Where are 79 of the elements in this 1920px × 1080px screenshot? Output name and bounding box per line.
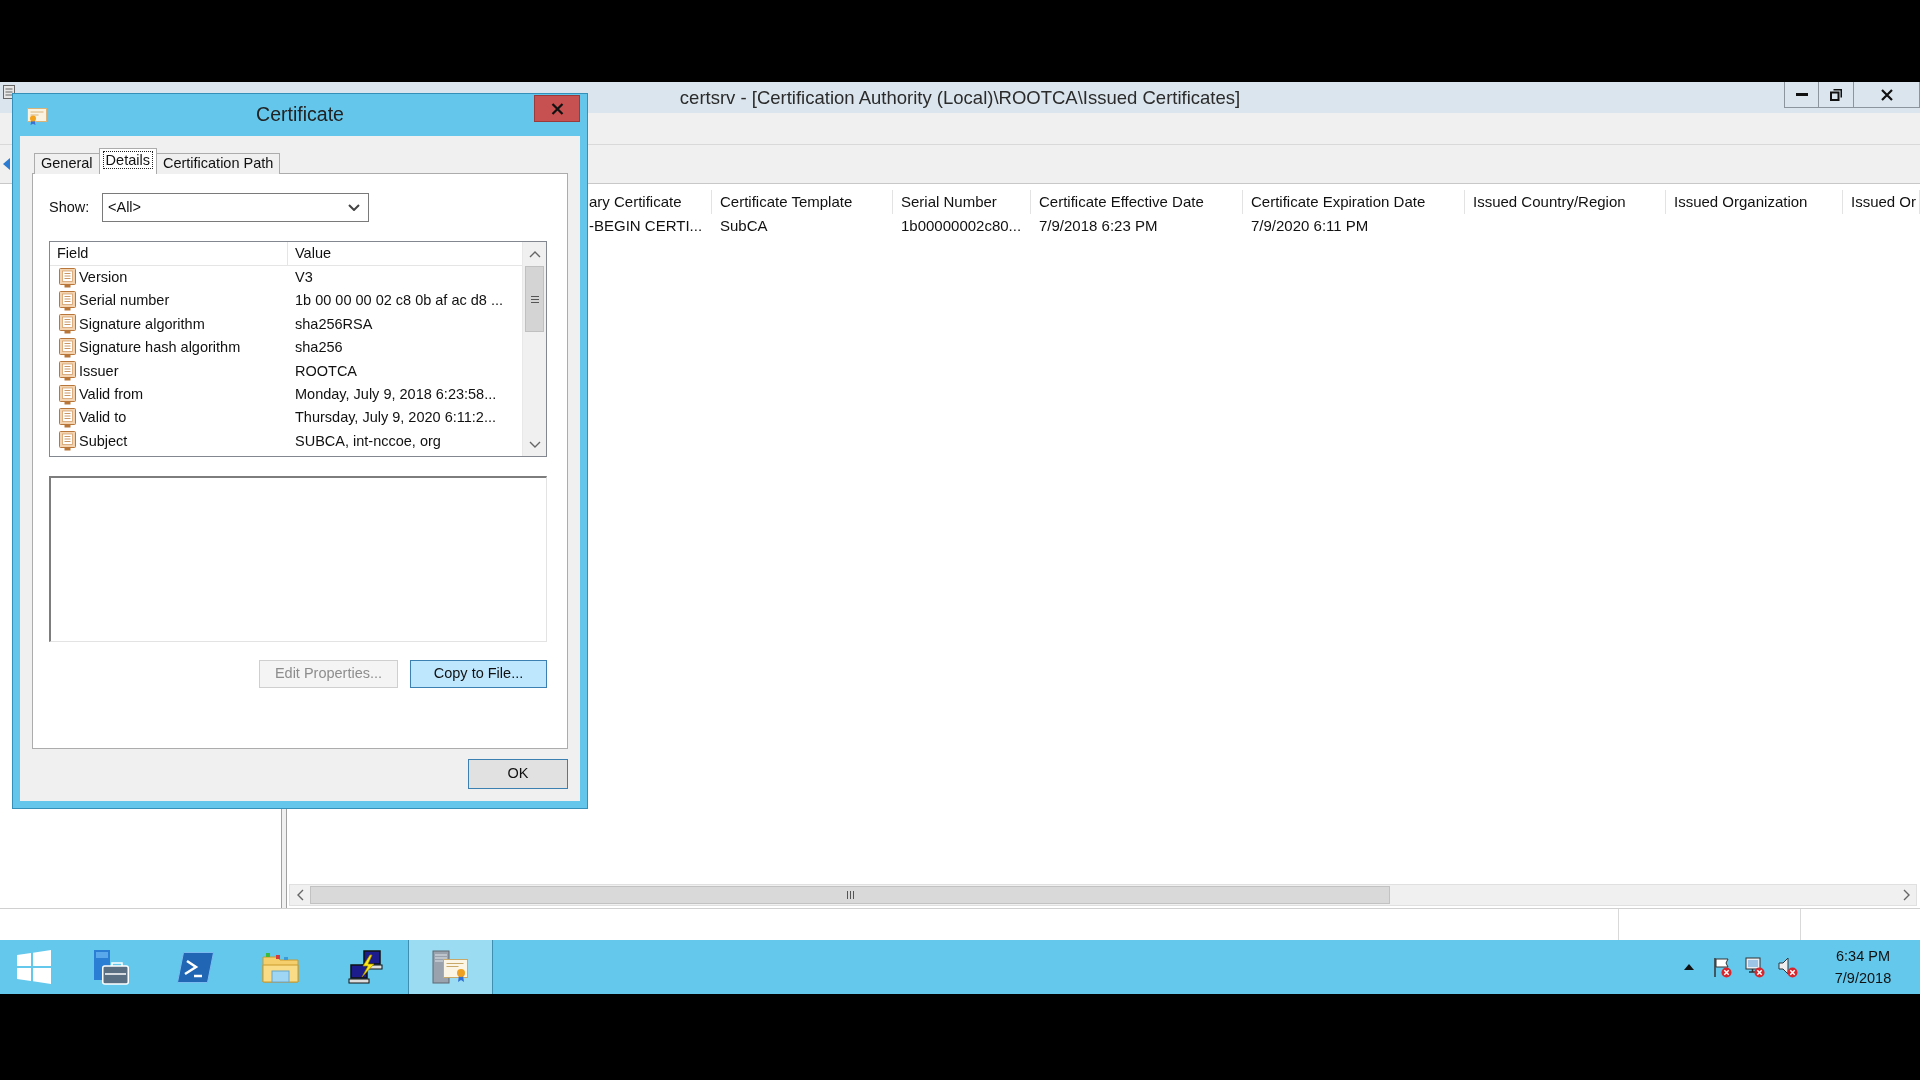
tab[interactable]: General (34, 153, 100, 174)
column-header[interactable]: Issued Or (1843, 190, 1920, 214)
action-button[interactable]: Copy to File... (410, 660, 547, 688)
back-arrow-icon[interactable] (3, 158, 10, 170)
column-header[interactable]: ary Certificate (589, 190, 712, 214)
server-certificate-icon (432, 950, 469, 984)
dialog-title: Certificate (256, 102, 344, 127)
taskbar-clock[interactable]: 6:34 PM 7/9/2018 (1814, 940, 1912, 994)
table-cell: Issuer (79, 362, 119, 380)
table-cell-text: 1b 00 00 00 02 c8 0b af ac d8 ... (294, 292, 503, 310)
windows-logo-icon (17, 950, 51, 984)
table-cell: Signature algorithm (79, 315, 205, 334)
close-button[interactable] (1853, 82, 1920, 108)
horizontal-scrollbar[interactable] (289, 884, 1917, 906)
show-dropdown[interactable]: <All> (102, 193, 369, 222)
table-cell: Subject (79, 432, 128, 451)
field-label: Show: (49, 198, 91, 217)
table-cell: Valid to (79, 409, 127, 427)
table-cell: Serial number (79, 292, 170, 310)
minimize-button[interactable] (1784, 82, 1819, 108)
restore-icon (1830, 88, 1842, 101)
document-icon (58, 314, 77, 335)
close-icon (550, 102, 564, 115)
table-cell-text: Monday, July 9, 2018 6:23:58... (294, 385, 497, 404)
close-icon (1880, 88, 1893, 101)
minimize-icon (1795, 93, 1808, 96)
column-header[interactable]: Field (50, 242, 288, 265)
grip-icon (530, 295, 539, 303)
document-icon (58, 361, 77, 382)
chevron-down-icon (348, 204, 360, 211)
linked-computers-icon (348, 950, 383, 984)
table-cell-text: sha256 (294, 339, 343, 357)
document-icon (58, 384, 77, 405)
column-header[interactable]: Certificate Expiration Date (1243, 190, 1465, 214)
tab[interactable]: Details (98, 148, 157, 174)
table-cell-text: 7/9/2018 6:23 PM (1038, 216, 1159, 236)
column-header[interactable]: Serial Number (893, 190, 1031, 214)
server-toolbox-icon (92, 949, 129, 985)
certificate-icon[interactable] (27, 108, 47, 125)
table-cell-text: -BEGIN CERTI... (589, 216, 704, 236)
caret-up-icon[interactable] (1683, 964, 1694, 970)
document-icon (58, 408, 77, 429)
table-cell-text: Thursday, July 9, 2020 6:11:2... (294, 409, 496, 427)
table-cell-text: 1b00000002c80... (900, 216, 1023, 236)
column-header[interactable]: Value (288, 242, 522, 265)
chevron-left-icon[interactable] (296, 889, 304, 901)
table-cell-text: 7/9/2020 6:11 PM (1250, 216, 1370, 236)
table-cell-text: SUBCA, int-nccoe, org (294, 432, 441, 451)
column-header[interactable]: Issued Organization (1666, 190, 1843, 214)
table-cell: Valid from (79, 385, 144, 404)
column-header[interactable]: Certificate Effective Date (1031, 190, 1243, 214)
flag-alert-icon[interactable] (1711, 956, 1732, 978)
window-title: certsrv - [Certification Authority (Local)\ROOTCA\Issued Certificates] (679, 86, 1241, 110)
document-icon (58, 291, 77, 312)
chevron-right-icon[interactable] (1902, 889, 1910, 901)
column-header[interactable]: Issued Country/Region (1465, 190, 1666, 214)
column-header[interactable]: Certificate Template (712, 190, 893, 214)
table-cell-text: V3 (294, 269, 313, 287)
tab[interactable]: Certification Path (155, 153, 281, 174)
network-error-icon[interactable] (1744, 956, 1765, 978)
table-cell-text: SubCA (719, 216, 769, 236)
document-icon (58, 337, 77, 358)
terminal-prompt-icon (177, 950, 214, 984)
chevron-down-icon[interactable] (528, 440, 541, 448)
ok-button[interactable]: OK (468, 759, 568, 789)
table-cell: Signature hash algorithm (79, 339, 241, 357)
grip-icon (846, 891, 854, 899)
table-cell-text: sha256RSA (294, 315, 373, 334)
scrollbar-thumb[interactable] (525, 266, 544, 332)
document-icon (58, 431, 77, 452)
table-cell: Version (79, 269, 128, 287)
vertical-scrollbar[interactable] (522, 242, 546, 456)
scrollbar-thumb[interactable] (310, 886, 1390, 904)
action-button: Edit Properties... (259, 660, 398, 688)
document-icon (58, 267, 77, 288)
folder-icon (262, 950, 299, 984)
speaker-muted-icon[interactable] (1777, 956, 1798, 978)
table-cell-text: ROOTCA (294, 362, 358, 380)
chevron-up-icon[interactable] (528, 250, 541, 258)
